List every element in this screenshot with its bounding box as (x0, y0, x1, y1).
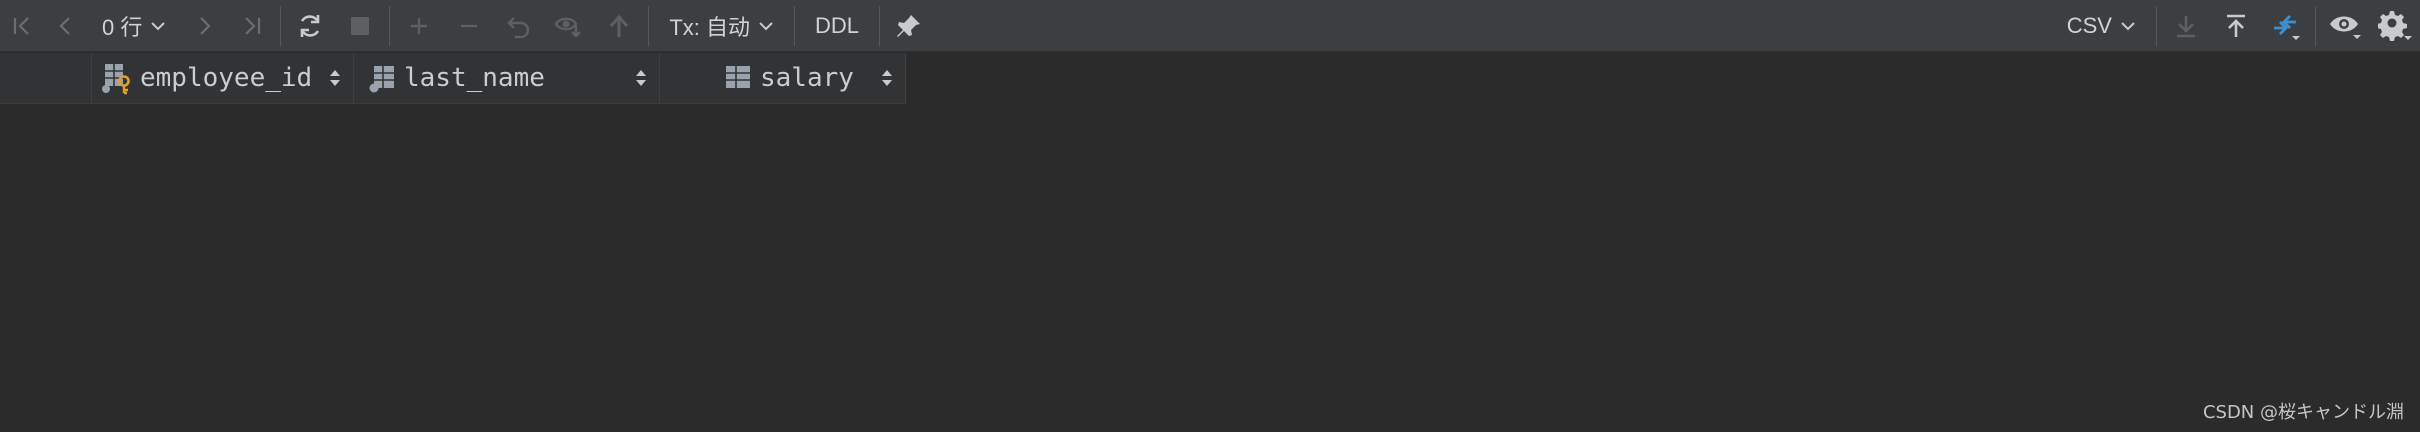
next-page-icon[interactable] (180, 0, 228, 52)
previous-page-icon[interactable] (44, 0, 88, 52)
column-name: last_name (404, 63, 545, 93)
delete-row-icon[interactable] (444, 0, 494, 52)
view-options-icon[interactable] (2320, 0, 2370, 52)
toolbar-separator (2315, 5, 2316, 46)
primary-key-column-icon (100, 61, 134, 95)
refresh-icon[interactable] (285, 0, 335, 52)
settings-gear-icon[interactable] (2370, 0, 2420, 52)
row-count-dropdown[interactable]: 0 行 (88, 0, 180, 52)
chevron-down-icon (150, 20, 166, 32)
results-toolbar: 0 行 Tx: 自动 DDL CSV (0, 0, 2420, 52)
export-format-dropdown[interactable]: CSV (2051, 0, 2152, 52)
column-header-employee-id[interactable]: employee_id (92, 53, 354, 103)
download-icon[interactable] (2161, 0, 2211, 52)
result-grid[interactable]: employee_id last_name salary (0, 53, 2420, 432)
watermark-text: CSDN @桜キャンドル淵 (2202, 402, 2404, 423)
upload-icon[interactable] (2211, 0, 2261, 52)
ddl-label: DDL (815, 12, 860, 38)
toolbar-separator (280, 5, 282, 46)
export-format-label: CSV (2066, 12, 2112, 38)
revert-icon[interactable] (494, 0, 544, 52)
ddl-button[interactable]: DDL (799, 0, 875, 52)
sort-arrows-icon[interactable] (329, 68, 341, 93)
chevron-down-icon (2120, 20, 2136, 32)
row-number-header (0, 53, 92, 103)
preview-changes-icon[interactable] (544, 0, 594, 52)
toolbar-separator (648, 5, 650, 46)
sort-arrows-icon[interactable] (635, 68, 647, 93)
compare-icon[interactable] (2261, 0, 2311, 52)
transaction-mode-label: Tx: 自动 (669, 14, 751, 40)
submit-icon[interactable] (594, 0, 644, 52)
column-name: employee_id (140, 63, 313, 93)
pin-tab-icon[interactable] (884, 0, 934, 52)
first-page-icon[interactable] (0, 0, 44, 52)
sort-arrows-icon[interactable] (881, 68, 893, 93)
add-row-icon[interactable] (394, 0, 444, 52)
toolbar-separator (389, 5, 391, 46)
column-header-last-name[interactable]: last_name (354, 53, 660, 103)
transaction-mode-dropdown[interactable]: Tx: 自动 (653, 0, 790, 52)
table-column-icon (724, 63, 754, 93)
chevron-down-icon (758, 20, 774, 32)
toolbar-separator (2156, 5, 2157, 46)
row-count-label: 0 行 (102, 14, 143, 40)
table-column-icon (368, 62, 398, 94)
toolbar-separator (879, 5, 881, 46)
column-header-row: employee_id last_name salary (0, 53, 906, 104)
column-header-salary[interactable]: salary (660, 53, 906, 103)
last-page-icon[interactable] (228, 0, 276, 52)
stop-icon[interactable] (335, 0, 385, 52)
toolbar-separator (794, 5, 796, 46)
column-name: salary (760, 63, 854, 93)
